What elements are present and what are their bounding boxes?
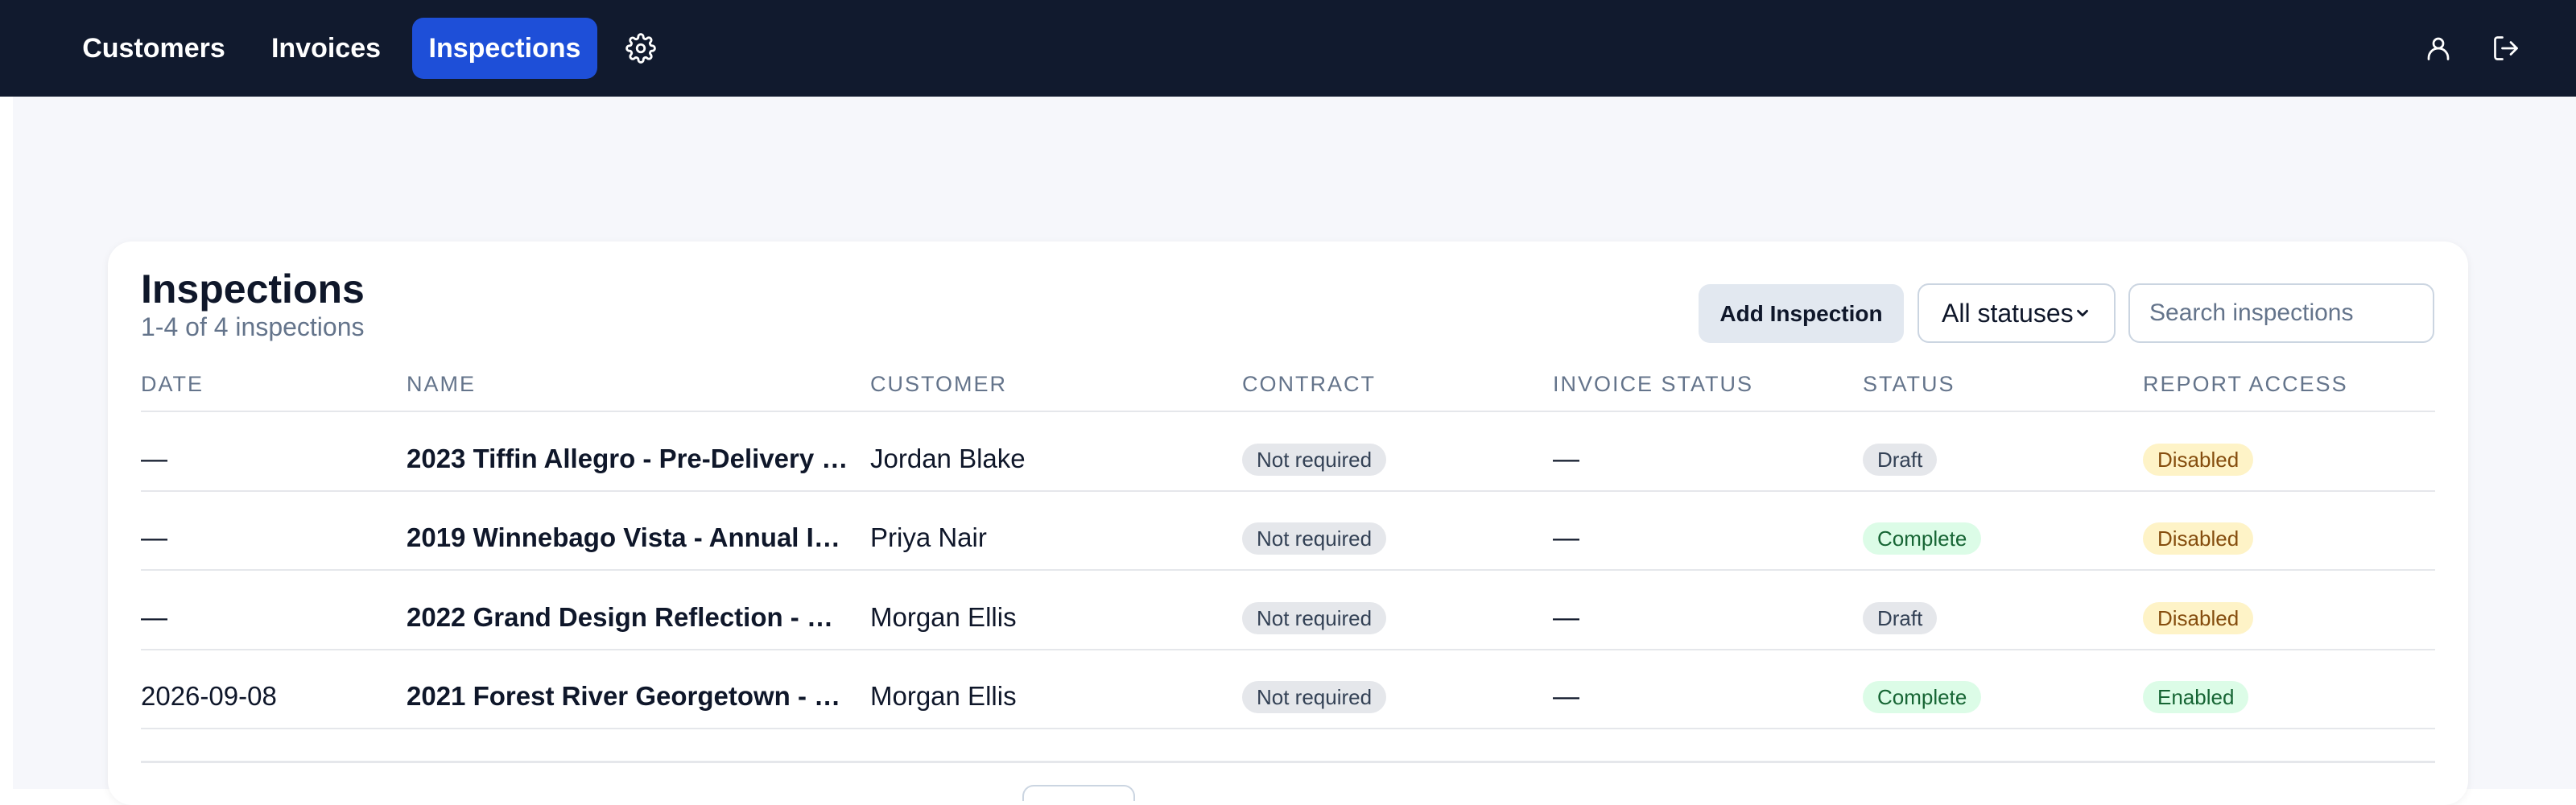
cell-date: — [141, 522, 167, 552]
column-header-status: STATUS [1863, 372, 1955, 396]
user-icon[interactable] [2414, 24, 2462, 72]
status-filter-value: All statuses [1942, 298, 2074, 328]
contract-badge: Not required [1242, 522, 1387, 555]
nav-item-invoices[interactable]: Invoices [258, 18, 394, 79]
gear-icon[interactable] [617, 24, 665, 72]
nav-item-inspections[interactable]: Inspections [412, 18, 597, 79]
report-access-badge: Disabled [2143, 522, 2254, 555]
report-access-badge: Disabled [2143, 444, 2254, 476]
table-header-divider [141, 411, 2435, 412]
add-inspection-button[interactable]: Add Inspection [1699, 284, 1904, 343]
cell-date: — [141, 444, 167, 473]
top-navigation: Customers Invoices Inspections [0, 0, 2576, 97]
row-divider [141, 490, 2435, 492]
cell-customer: Morgan Ellis [870, 681, 1017, 711]
status-filter-select[interactable]: All statuses [1918, 283, 2116, 343]
row-divider [141, 649, 2435, 650]
page-title: Inspections [141, 266, 365, 312]
column-header-contract: CONTRACT [1242, 372, 1376, 396]
inspection-name-link[interactable]: 2021 Forest River Georgetown - Pr... [407, 681, 849, 712]
logout-icon[interactable] [2482, 24, 2530, 72]
column-header-report-access: REPORT ACCESS [2143, 372, 2348, 396]
inspection-name-link[interactable]: 2019 Winnebago Vista - Annual In... [407, 522, 849, 553]
contract-badge: Not required [1242, 444, 1387, 476]
cell-customer: Priya Nair [870, 522, 987, 552]
report-access-badge: Disabled [2143, 602, 2254, 634]
cell-invoice-status: — [1553, 602, 1579, 632]
status-badge: Complete [1863, 522, 1982, 555]
table-footer-divider [141, 761, 2435, 763]
status-badge: Draft [1863, 444, 1938, 476]
contract-badge: Not required [1242, 681, 1387, 713]
search-input[interactable] [2128, 283, 2434, 343]
chevron-down-icon [2077, 309, 2088, 317]
column-header-customer: CUSTOMER [870, 372, 1008, 396]
column-header-invoice-status: INVOICE STATUS [1553, 372, 1754, 396]
status-badge: Complete [1863, 681, 1982, 713]
cell-invoice-status: — [1553, 681, 1579, 711]
cell-date: 2026-09-08 [141, 681, 277, 711]
report-access-badge: Enabled [2143, 681, 2249, 713]
cell-customer: Jordan Blake [870, 444, 1026, 473]
column-header-name: NAME [407, 372, 477, 396]
cell-invoice-status: — [1553, 444, 1579, 473]
inspection-name-link[interactable]: 2022 Grand Design Reflection - Pr... [407, 602, 849, 633]
row-divider [141, 569, 2435, 571]
cell-customer: Morgan Ellis [870, 602, 1017, 632]
column-header-date: DATE [141, 372, 204, 396]
status-badge: Draft [1863, 602, 1938, 634]
row-divider [141, 728, 2435, 729]
contract-badge: Not required [1242, 602, 1387, 634]
pagination-button[interactable] [1022, 785, 1135, 801]
cell-invoice-status: — [1553, 522, 1579, 552]
cell-date: — [141, 602, 167, 632]
result-count: 1-4 of 4 inspections [141, 312, 365, 341]
nav-item-customers[interactable]: Customers [69, 18, 238, 79]
inspection-name-link[interactable]: 2023 Tiffin Allegro - Pre-Delivery I... [407, 444, 849, 474]
